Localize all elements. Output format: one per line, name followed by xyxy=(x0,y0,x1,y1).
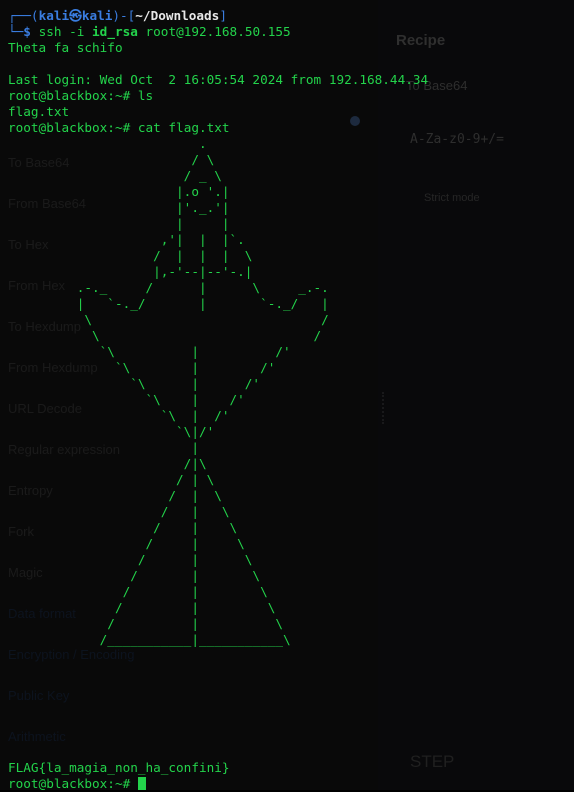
ssh-command: ssh -i xyxy=(38,24,85,39)
terminal-window[interactable]: ┌──(kali㉿kali)-[~/Downloads] └─$ ssh -i … xyxy=(0,0,574,791)
prompt-open: ┌──( xyxy=(8,8,39,23)
prompt-dollar: $ xyxy=(23,24,31,39)
last-login-message: Last login: Wed Oct 2 16:05:54 2024 from… xyxy=(8,72,429,87)
prompt-corner: └─ xyxy=(8,24,24,39)
root-prompt: root@blackbox:~# xyxy=(8,776,131,791)
shell-prompt-top: ┌──(kali㉿kali)-[~/Downloads] xyxy=(8,8,227,24)
cat-command: cat flag.txt xyxy=(137,120,230,135)
root-prompt: root@blackbox:~# xyxy=(8,88,131,103)
ssh-key-file: id_rsa xyxy=(92,24,138,39)
prompt-close: ] xyxy=(219,8,227,23)
flag-output: FLAG{la_magia_non_ha_confini} xyxy=(8,760,230,775)
prompt-mid: )-[ xyxy=(112,8,136,23)
cat-command-line: root@blackbox:~# cat flag.txt xyxy=(8,120,230,136)
prompt-cwd: ~/Downloads xyxy=(135,8,220,23)
wizard-ascii-art: . / \ / _ \ |.o '.| |'._.'| | | ,'| | |`… xyxy=(76,136,329,647)
text-cursor xyxy=(137,777,146,790)
root-prompt: root@blackbox:~# xyxy=(8,120,131,135)
ls-command: ls xyxy=(137,88,154,103)
ssh-banner: Theta fa schifo xyxy=(8,40,123,55)
prompt-user: kali xyxy=(38,8,70,23)
ssh-target: root@192.168.50.155 xyxy=(145,24,291,39)
prompt-at-symbol: ㉿ xyxy=(69,8,82,23)
ls-command-line: root@blackbox:~# ls xyxy=(8,88,153,104)
prompt-host: kali xyxy=(81,8,113,23)
ls-output: flag.txt xyxy=(8,104,70,119)
ssh-command-line: └─$ ssh -i id_rsa root@192.168.50.155 xyxy=(8,24,291,40)
